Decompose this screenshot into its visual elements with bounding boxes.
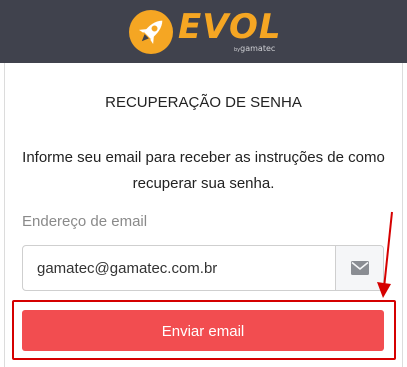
rocket-icon: [129, 10, 173, 54]
instructions-text: Informe seu email para receber as instru…: [22, 149, 385, 192]
send-email-button[interactable]: Enviar email: [22, 310, 384, 351]
page-title: RECUPERAÇÃO DE SENHA: [105, 94, 302, 111]
evol-logo: EVOL bygamatec: [126, 4, 286, 60]
envelope-icon: [350, 261, 369, 275]
password-recovery-page: EVOL bygamatec RECUPERAÇÃO DE SENHA Info…: [0, 0, 407, 367]
arrow-down-annotation: [377, 211, 393, 298]
email-label: Endereço de email: [22, 213, 148, 230]
email-field[interactable]: [23, 246, 336, 290]
email-input-group: [22, 245, 384, 291]
logo-company-name: gamatec: [240, 44, 276, 53]
logo-company: bygamatec: [234, 44, 275, 55]
header-bar: EVOL bygamatec: [0, 0, 407, 63]
logo-wordmark: EVOL: [178, 7, 282, 47]
